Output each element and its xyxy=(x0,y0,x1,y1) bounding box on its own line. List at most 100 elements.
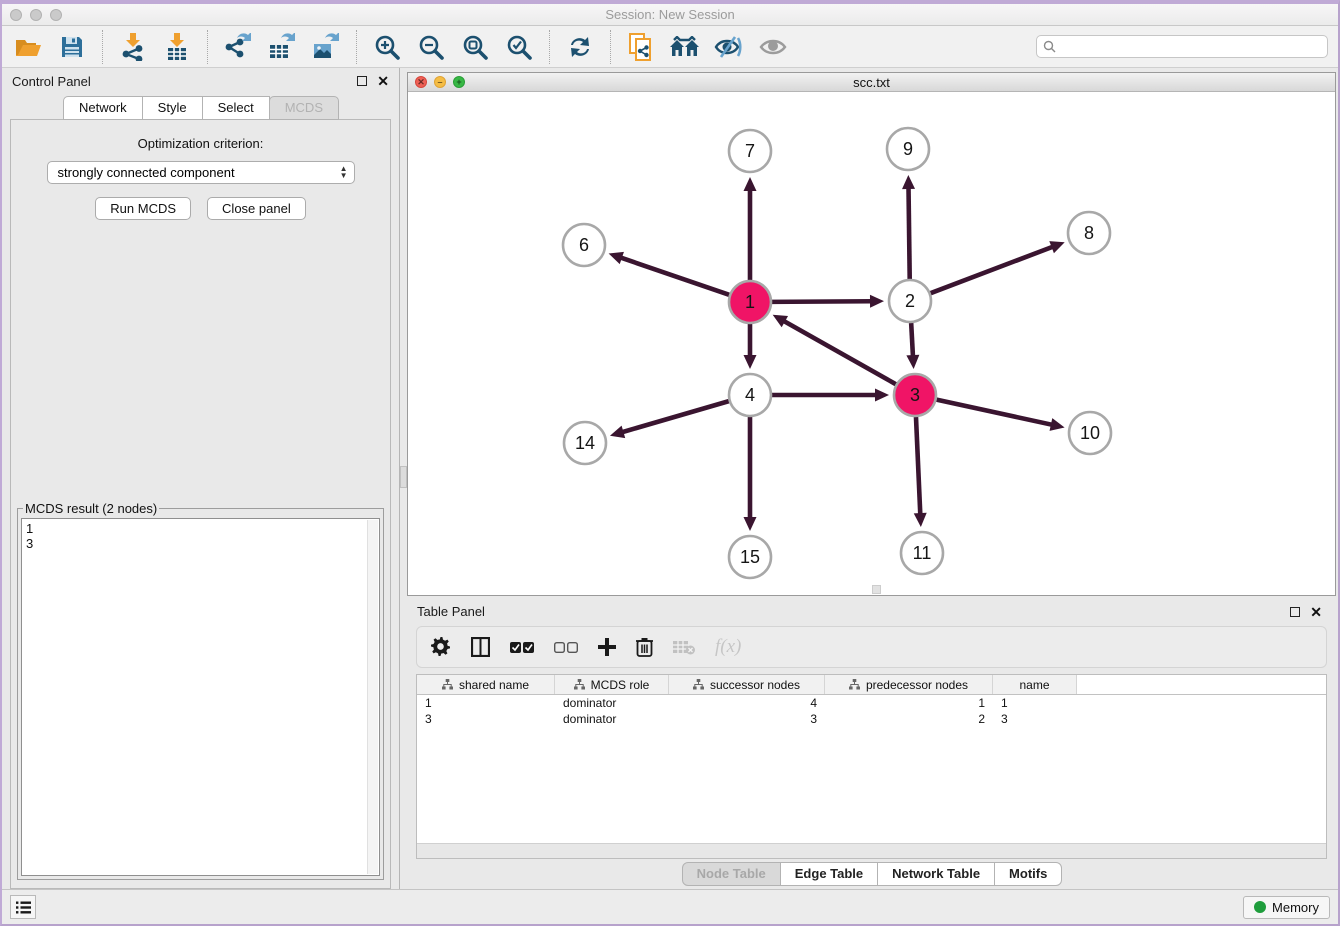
run-mcds-button[interactable]: Run MCDS xyxy=(95,197,191,220)
table-row[interactable]: 1dominator411 xyxy=(417,695,1326,711)
cell-shared-name[interactable]: 1 xyxy=(417,696,555,710)
graph-node-14[interactable]: 14 xyxy=(564,422,606,464)
column-view-icon[interactable] xyxy=(471,637,490,657)
edge-1-2[interactable] xyxy=(772,301,872,302)
tab-select[interactable]: Select xyxy=(202,96,270,120)
memory-button[interactable]: Memory xyxy=(1243,896,1330,919)
add-column-icon[interactable] xyxy=(598,638,616,656)
float-panel-icon[interactable] xyxy=(357,76,367,86)
export-table-icon[interactable] xyxy=(266,31,298,63)
open-session-icon[interactable] xyxy=(12,31,44,63)
column-header-label: name xyxy=(1019,678,1049,692)
network-canvas[interactable]: 7 9 6 8 1 2 4 3 14 10 15 11 xyxy=(408,92,1335,595)
network-window-titlebar[interactable]: ✕ – + scc.txt xyxy=(408,73,1335,92)
delete-column-icon[interactable] xyxy=(636,637,653,657)
export-image-icon[interactable] xyxy=(310,31,342,63)
tab-mcds[interactable]: MCDS xyxy=(269,96,339,120)
zoom-fit-icon[interactable] xyxy=(459,31,491,63)
result-scrollbar[interactable] xyxy=(367,520,378,874)
edge-2-3[interactable] xyxy=(911,323,913,357)
svg-text:7: 7 xyxy=(745,141,755,161)
column-header-mcds-role[interactable]: MCDS role xyxy=(555,675,669,694)
network-graph[interactable]: 7 9 6 8 1 2 4 3 14 10 15 11 xyxy=(408,92,1335,594)
function-builder-icon: f(x) xyxy=(715,636,741,658)
cell-predecessor-nodes[interactable]: 2 xyxy=(825,712,993,726)
table-row[interactable]: 3dominator323 xyxy=(417,711,1326,727)
table-tabs: Node TableEdge TableNetwork TableMotifs xyxy=(407,861,1336,886)
graph-node-7[interactable]: 7 xyxy=(729,130,771,172)
first-neighbors-icon[interactable] xyxy=(669,31,701,63)
node-table: shared name MCDS role successor nodesprede… xyxy=(416,674,1327,859)
cell-mcds-role[interactable]: dominator xyxy=(555,696,669,710)
criterion-select[interactable]: strongly connected component ▲▼ xyxy=(47,161,355,184)
graph-node-11[interactable]: 11 xyxy=(901,532,943,574)
graph-node-15[interactable]: 15 xyxy=(729,536,771,578)
edge-arrowhead xyxy=(906,355,919,369)
graph-node-6[interactable]: 6 xyxy=(563,224,605,266)
toolbar-separator xyxy=(549,30,550,64)
duplicate-network-icon[interactable] xyxy=(625,31,657,63)
graph-node-8[interactable]: 8 xyxy=(1068,212,1110,254)
svg-text:6: 6 xyxy=(579,235,589,255)
close-panel-button[interactable]: Close panel xyxy=(207,197,306,220)
column-header-predecessor-nodes[interactable]: predecessor nodes xyxy=(825,675,993,694)
control-panel-title: Control Panel xyxy=(12,74,91,89)
graph-node-2[interactable]: 2 xyxy=(889,280,931,322)
column-header-label: MCDS role xyxy=(591,678,650,692)
show-all-icon[interactable] xyxy=(757,31,789,63)
import-network-icon[interactable] xyxy=(117,31,149,63)
canvas-scroll-handle[interactable] xyxy=(872,585,881,594)
graph-node-10[interactable]: 10 xyxy=(1069,412,1111,454)
edge-arrowhead xyxy=(744,517,757,531)
edge-3-11[interactable] xyxy=(916,417,920,515)
splitter-handle[interactable] xyxy=(400,466,407,488)
cell-name[interactable]: 1 xyxy=(993,696,1077,710)
edge-1-6[interactable] xyxy=(620,257,729,295)
task-history-button[interactable] xyxy=(10,895,36,919)
edge-2-9[interactable] xyxy=(909,187,910,279)
tab-network[interactable]: Network xyxy=(63,96,143,120)
edge-4-14[interactable] xyxy=(621,401,728,432)
edge-2-8[interactable] xyxy=(931,246,1054,293)
zoom-in-icon[interactable] xyxy=(371,31,403,63)
export-network-icon[interactable] xyxy=(222,31,254,63)
edge-3-10[interactable] xyxy=(936,400,1052,425)
search-input[interactable] xyxy=(1060,40,1321,54)
float-table-panel-icon[interactable] xyxy=(1290,607,1300,617)
column-header-successor-nodes[interactable]: successor nodes xyxy=(669,675,825,694)
gear-icon[interactable] xyxy=(431,637,451,657)
cell-name[interactable]: 3 xyxy=(993,712,1077,726)
zoom-out-icon[interactable] xyxy=(415,31,447,63)
panel-splitter[interactable] xyxy=(400,68,407,889)
tab-network-table[interactable]: Network Table xyxy=(877,862,995,886)
deselect-all-columns-icon[interactable] xyxy=(554,641,578,654)
graph-node-3[interactable]: 3 xyxy=(894,374,936,416)
tab-motifs[interactable]: Motifs xyxy=(994,862,1062,886)
cell-shared-name[interactable]: 3 xyxy=(417,712,555,726)
cell-mcds-role[interactable]: dominator xyxy=(555,712,669,726)
tab-style[interactable]: Style xyxy=(142,96,203,120)
graph-node-4[interactable]: 4 xyxy=(729,374,771,416)
select-all-columns-icon[interactable] xyxy=(510,641,534,654)
mcds-result-text[interactable]: 1 3 xyxy=(21,518,380,876)
cell-successor-nodes[interactable]: 4 xyxy=(669,696,825,710)
column-header-name[interactable]: name xyxy=(993,675,1077,694)
graph-node-1[interactable]: 1 xyxy=(729,281,771,323)
search-icon xyxy=(1043,40,1056,53)
close-panel-icon[interactable]: ✕ xyxy=(377,76,389,86)
column-header-shared-name[interactable]: shared name xyxy=(417,675,555,694)
close-table-panel-icon[interactable]: ✕ xyxy=(1310,607,1322,617)
cell-predecessor-nodes[interactable]: 1 xyxy=(825,696,993,710)
tab-node-table[interactable]: Node Table xyxy=(682,862,781,886)
table-hscrollbar[interactable] xyxy=(417,843,1326,858)
cell-successor-nodes[interactable]: 3 xyxy=(669,712,825,726)
import-table-icon[interactable] xyxy=(161,31,193,63)
graph-node-9[interactable]: 9 xyxy=(887,128,929,170)
tab-edge-table[interactable]: Edge Table xyxy=(780,862,878,886)
svg-text:14: 14 xyxy=(575,433,595,453)
hide-selected-icon[interactable] xyxy=(713,31,745,63)
edge-3-1[interactable] xyxy=(783,321,896,385)
save-session-icon[interactable] xyxy=(56,31,88,63)
refresh-icon[interactable] xyxy=(564,31,596,63)
zoom-selected-icon[interactable] xyxy=(503,31,535,63)
